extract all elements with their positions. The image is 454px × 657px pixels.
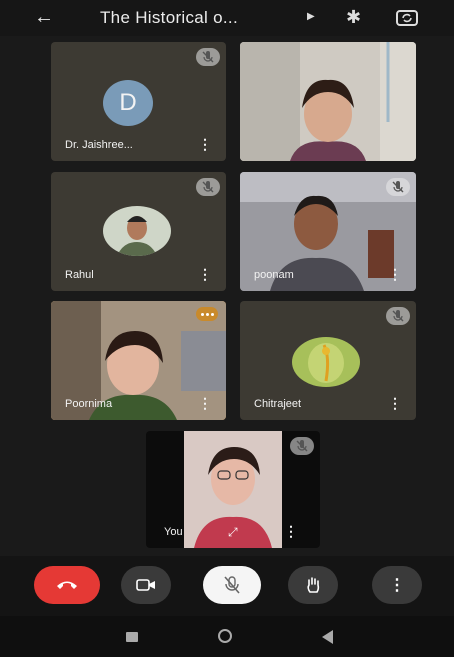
microphone-toggle-button[interactable] bbox=[203, 566, 261, 604]
top-bar: ← The Historical o... ▶ ✱ bbox=[0, 0, 454, 36]
muted-mic-icon bbox=[196, 178, 220, 196]
switch-camera-icon[interactable] bbox=[396, 8, 418, 26]
raise-hand-button[interactable] bbox=[288, 566, 338, 604]
participant-name: Poornima bbox=[65, 398, 113, 410]
more-options-icon[interactable]: ⋮ bbox=[198, 266, 212, 283]
participant-tile-video[interactable] bbox=[240, 42, 416, 161]
participant-name: poonam bbox=[254, 269, 294, 281]
recents-icon[interactable] bbox=[126, 632, 138, 642]
back-arrow-icon[interactable]: ← bbox=[34, 6, 54, 29]
end-call-button[interactable] bbox=[34, 566, 100, 604]
avatar-initial: D bbox=[103, 80, 153, 126]
avatar-photo bbox=[103, 206, 171, 256]
participant-tile-poonam[interactable]: poonam ⋮ bbox=[240, 172, 416, 291]
phone-hangup-icon bbox=[57, 581, 77, 589]
self-view-tile[interactable]: You ⤢ ⋮ bbox=[146, 431, 320, 548]
participant-name: Dr. Jaishree... bbox=[65, 139, 133, 151]
muted-mic-icon bbox=[290, 437, 314, 455]
avatar-photo bbox=[292, 337, 360, 387]
participant-tile-jaishree[interactable]: D Dr. Jaishree... ⋮ bbox=[51, 42, 226, 161]
participant-name: Rahul bbox=[65, 269, 94, 281]
expand-icon[interactable]: ⤢ bbox=[228, 525, 238, 540]
meeting-title[interactable]: The Historical o... bbox=[100, 8, 238, 28]
participant-video-feed bbox=[240, 42, 416, 161]
chevron-right-icon[interactable]: ▶ bbox=[307, 11, 315, 22]
participant-tile-rahul[interactable]: Rahul ⋮ bbox=[51, 172, 226, 291]
more-options-icon[interactable]: ⋮ bbox=[388, 395, 402, 412]
more-options-icon[interactable]: ⋮ bbox=[198, 136, 212, 153]
muted-mic-icon bbox=[196, 48, 220, 66]
self-name: You bbox=[164, 526, 183, 538]
hand-icon bbox=[307, 577, 320, 593]
microphone-off-icon bbox=[224, 576, 240, 594]
speaking-indicator-icon bbox=[196, 307, 218, 321]
home-icon[interactable] bbox=[218, 629, 232, 643]
participant-tile-poornima[interactable]: Poornima ⋮ bbox=[51, 301, 226, 420]
participant-tile-chitrajeet[interactable]: Chitrajeet ⋮ bbox=[240, 301, 416, 420]
back-nav-icon[interactable] bbox=[322, 630, 333, 644]
system-nav-bar bbox=[0, 616, 454, 657]
muted-mic-icon bbox=[386, 178, 410, 196]
more-options-button[interactable]: ⋮ bbox=[372, 566, 422, 604]
more-options-icon[interactable]: ⋮ bbox=[388, 266, 402, 283]
video-camera-icon bbox=[136, 579, 155, 591]
more-options-icon[interactable]: ⋮ bbox=[198, 395, 212, 412]
bluetooth-icon[interactable]: ✱ bbox=[346, 7, 361, 28]
call-controls-bar: ⋮ bbox=[0, 556, 454, 616]
more-options-icon[interactable]: ⋮ bbox=[284, 523, 298, 540]
participant-name: Chitrajeet bbox=[254, 398, 302, 410]
more-vertical-icon: ⋮ bbox=[389, 577, 405, 594]
muted-mic-icon bbox=[386, 307, 410, 325]
camera-toggle-button[interactable] bbox=[121, 566, 171, 604]
